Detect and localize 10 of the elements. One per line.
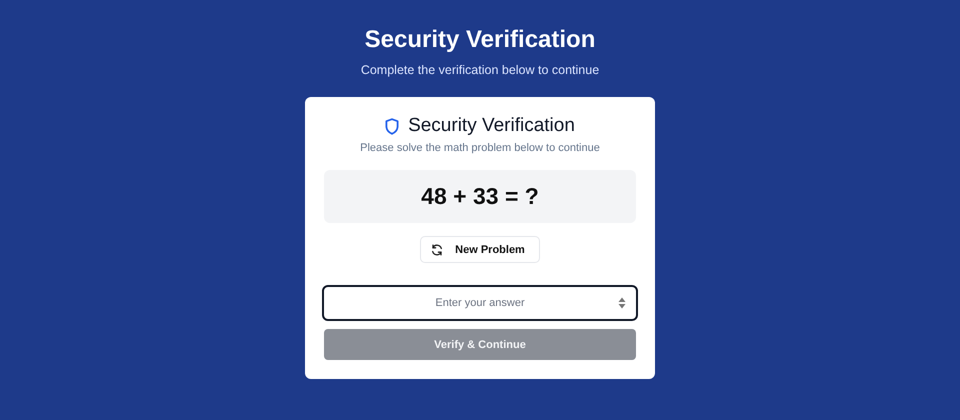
card-subtitle: Please solve the math problem below to continue bbox=[360, 142, 600, 154]
shield-icon bbox=[385, 118, 400, 134]
math-problem: 48 + 33 = ? bbox=[421, 183, 539, 210]
page-subtitle: Complete the verification below to continue bbox=[360, 63, 600, 77]
answer-field[interactable]: Enter your answer bbox=[322, 285, 638, 321]
refresh-icon bbox=[431, 244, 444, 256]
new-problem-button[interactable]: New Problem bbox=[420, 236, 540, 263]
card-title: Security Verification bbox=[408, 115, 575, 137]
spinner-arrows-icon[interactable] bbox=[618, 297, 626, 309]
page-title: Security Verification bbox=[364, 26, 596, 54]
